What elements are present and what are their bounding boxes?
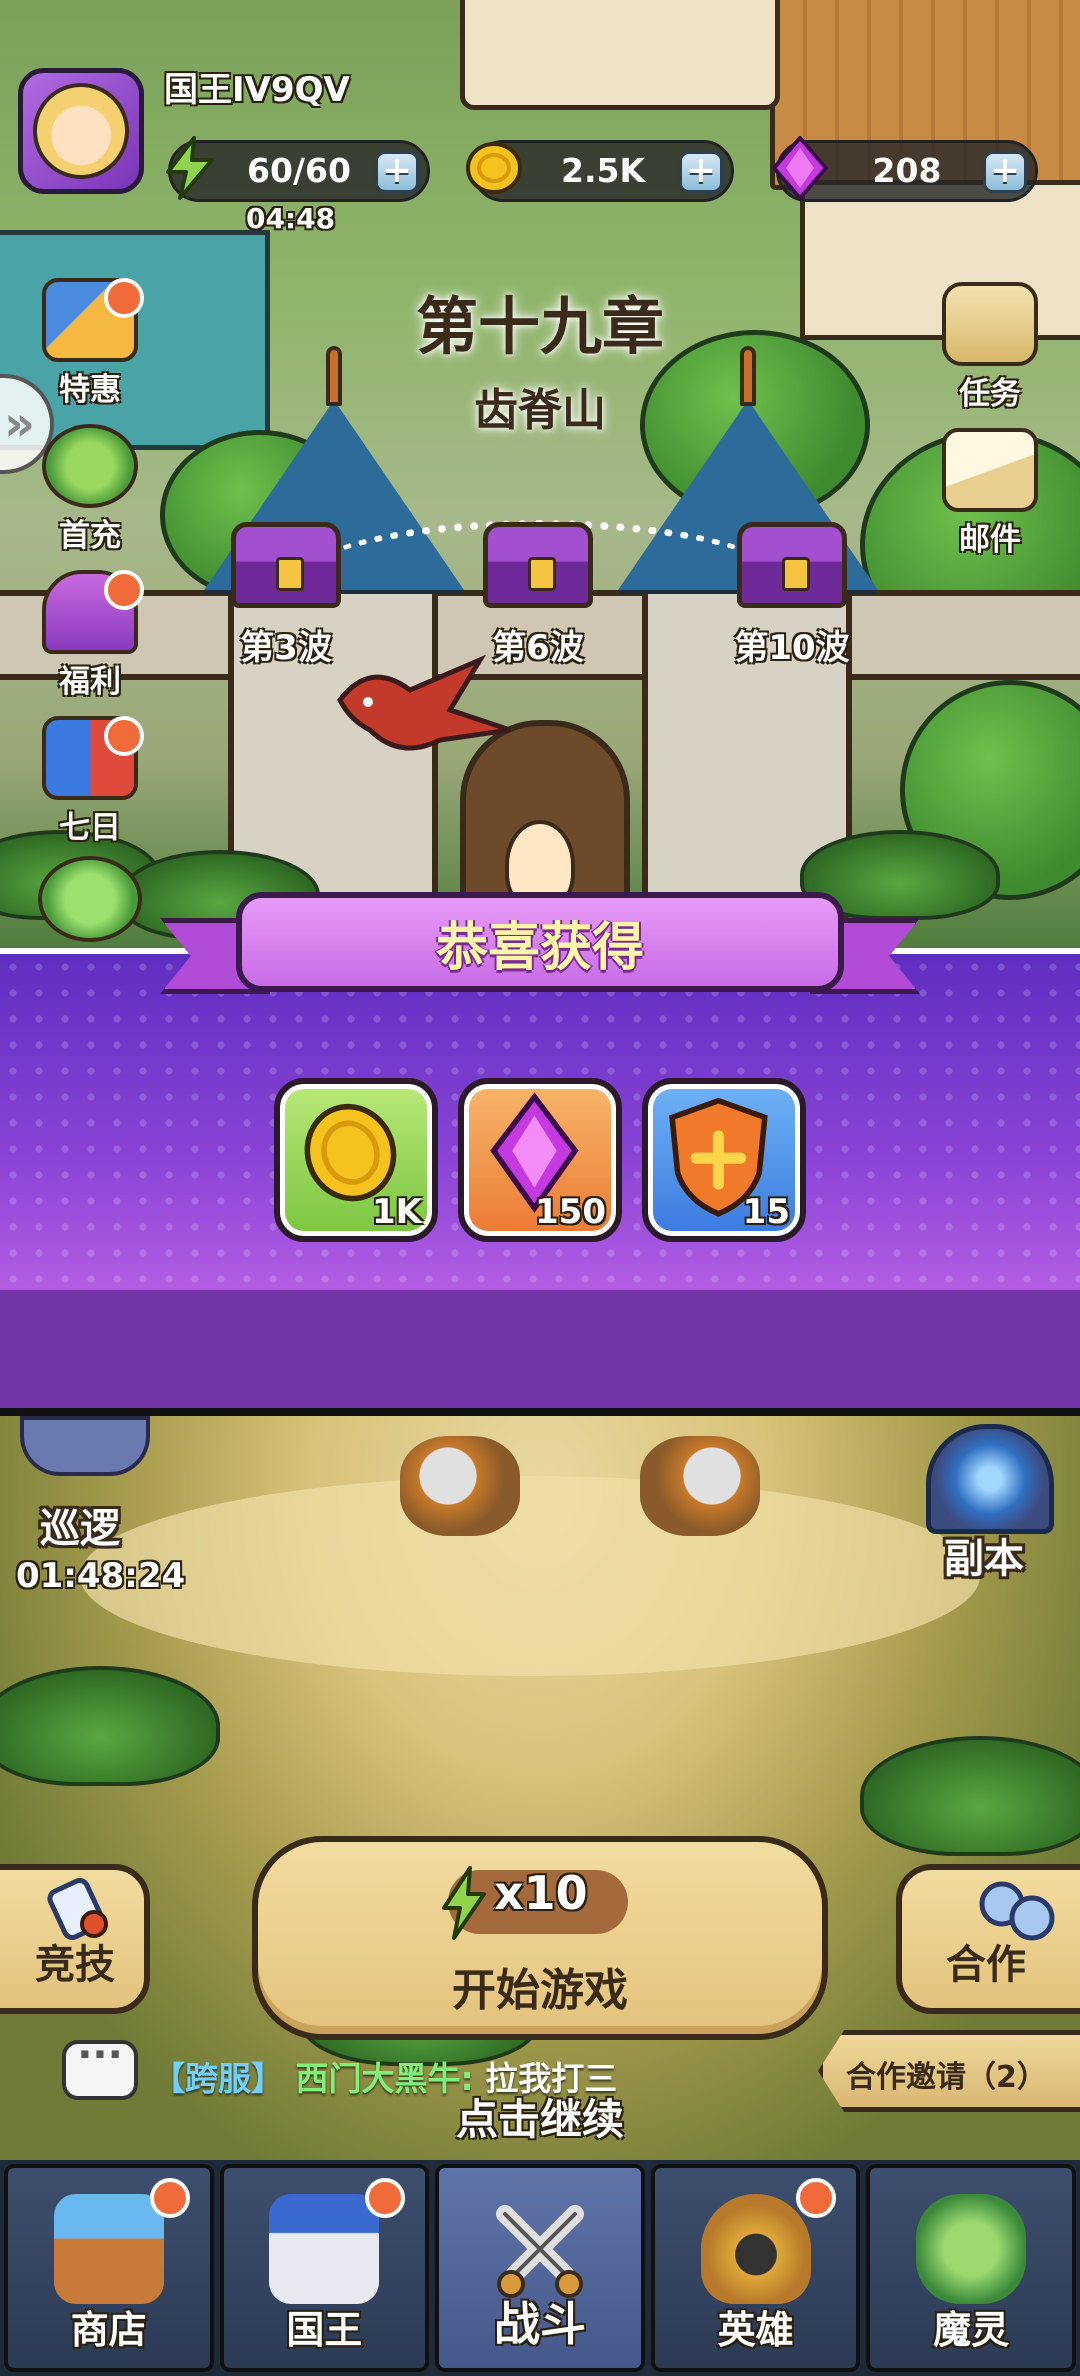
energy-plus-button[interactable]: +: [375, 151, 419, 193]
menu-mail-label: 邮件: [959, 522, 1021, 558]
menu-mail[interactable]: 邮件: [930, 428, 1050, 559]
wave-chest-6[interactable]: 第6波: [478, 522, 598, 669]
scroll-icon: [942, 282, 1038, 366]
chapter-title: 第十九章: [415, 290, 664, 363]
wave-chest-label: 第6波: [492, 628, 584, 668]
reward-popup-footer: [0, 1290, 1080, 1408]
notification-dot: [149, 2178, 190, 2218]
reward-ribbon: 恭喜获得: [160, 892, 920, 1004]
menu-tasks-label: 任务: [959, 376, 1021, 412]
palm-tree: [0, 1666, 220, 1786]
chapter-name: 齿脊山: [474, 385, 606, 436]
helmet-icon: [700, 2194, 811, 2304]
energy-bolt-icon: [166, 136, 214, 200]
menu-benefits[interactable]: 福利: [30, 570, 150, 701]
chest-icon: [483, 522, 593, 608]
nav-tab-label: 英雄: [717, 2308, 794, 2352]
gold-coin-icon: [466, 142, 522, 194]
avatar-face: [33, 83, 129, 179]
reward-count: 15: [742, 1192, 790, 1232]
nav-tab-battle[interactable]: 战斗: [435, 2164, 645, 2372]
castle-icon: [269, 2194, 380, 2304]
patrol-timer: 01:48:24: [16, 1556, 186, 1596]
nav-tab-shop[interactable]: 商店: [4, 2164, 214, 2372]
menu-special-offer-label: 特惠: [59, 372, 121, 408]
nav-tab-label: 国王: [286, 2308, 363, 2352]
chest-icon: [737, 522, 847, 608]
notification-dot: [104, 716, 144, 756]
reward-item-gems[interactable]: 150: [458, 1078, 622, 1242]
chest-icon: [231, 522, 341, 608]
nav-tab-king[interactable]: 国王: [219, 2164, 430, 2372]
shop-icon: [53, 2194, 164, 2304]
dungeon-label[interactable]: 副本: [944, 1526, 1024, 1584]
reward-item-gold[interactable]: 1K: [274, 1078, 438, 1242]
first-recharge-icon: [42, 424, 138, 508]
energy-timer: 04:48: [246, 202, 336, 235]
gold-value: 2.5K: [560, 151, 646, 190]
sand-path: [80, 1476, 980, 1676]
menu-special-offer[interactable]: 特惠: [30, 278, 150, 409]
menu-first-recharge[interactable]: 首充: [30, 424, 150, 555]
notification-dot: [104, 278, 144, 318]
menu-seven-day[interactable]: 七日: [30, 716, 150, 847]
bottom-nav: 商店 国王 战斗 英雄 魔灵: [0, 2160, 1080, 2376]
nav-tab-label: 战斗: [493, 2297, 586, 2351]
purple-gem-icon: [771, 136, 829, 200]
coop-button[interactable]: 合作: [896, 1864, 1080, 2014]
nav-tab-spirits[interactable]: 魔灵: [866, 2164, 1076, 2372]
nav-tab-heroes[interactable]: 英雄: [650, 2164, 861, 2372]
player-name: 国王IV9QV: [164, 70, 350, 110]
gem-value: 208: [872, 151, 942, 190]
wave-chest-label: 第10波: [734, 628, 850, 668]
knight-unit: [640, 1436, 760, 1536]
dungeon-portal-icon[interactable]: [926, 1424, 1054, 1534]
envelope-icon: [942, 428, 1038, 512]
wave-chest-label: 第3波: [240, 628, 332, 668]
palm-tree: [860, 1736, 1080, 1856]
character-icon[interactable]: [38, 856, 142, 942]
menu-first-recharge-label: 首充: [59, 518, 121, 554]
notification-dot: [104, 570, 144, 610]
menu-tasks[interactable]: 任务: [930, 282, 1050, 413]
coop-label: 合作: [946, 1942, 1026, 1988]
reward-count: 1K: [371, 1192, 422, 1232]
wave-chest-10[interactable]: 第10波: [732, 522, 852, 669]
menu-seven-day-label: 七日: [59, 810, 121, 846]
monster-icon: [916, 2194, 1027, 2304]
notification-dot: [365, 2178, 406, 2218]
menu-benefits-label: 福利: [59, 664, 121, 700]
tap-to-continue-hint[interactable]: 点击继续: [0, 2086, 1080, 2147]
start-cost-value: x10: [494, 1866, 588, 1920]
gold-plus-button[interactable]: +: [679, 151, 723, 193]
reward-count: 150: [535, 1192, 606, 1232]
nav-tab-label: 魔灵: [933, 2308, 1010, 2352]
patrol-label[interactable]: 巡逻: [40, 1496, 120, 1554]
energy-value: 60/60: [247, 151, 351, 190]
wave-chest-3[interactable]: 第3波: [226, 522, 346, 669]
top-building: [460, 0, 780, 110]
ribbon-banner: 恭喜获得: [236, 892, 844, 992]
nav-tab-label: 商店: [70, 2308, 147, 2352]
energy-bolt-icon: [442, 1866, 486, 1940]
reward-title: 恭喜获得: [435, 917, 644, 978]
player-avatar[interactable]: [18, 68, 144, 194]
notification-dot: [796, 2178, 837, 2218]
knight-unit: [400, 1436, 520, 1536]
reward-item-shield[interactable]: 15: [642, 1078, 806, 1242]
patrol-knight: [20, 1416, 150, 1476]
gem-plus-button[interactable]: +: [983, 151, 1027, 193]
